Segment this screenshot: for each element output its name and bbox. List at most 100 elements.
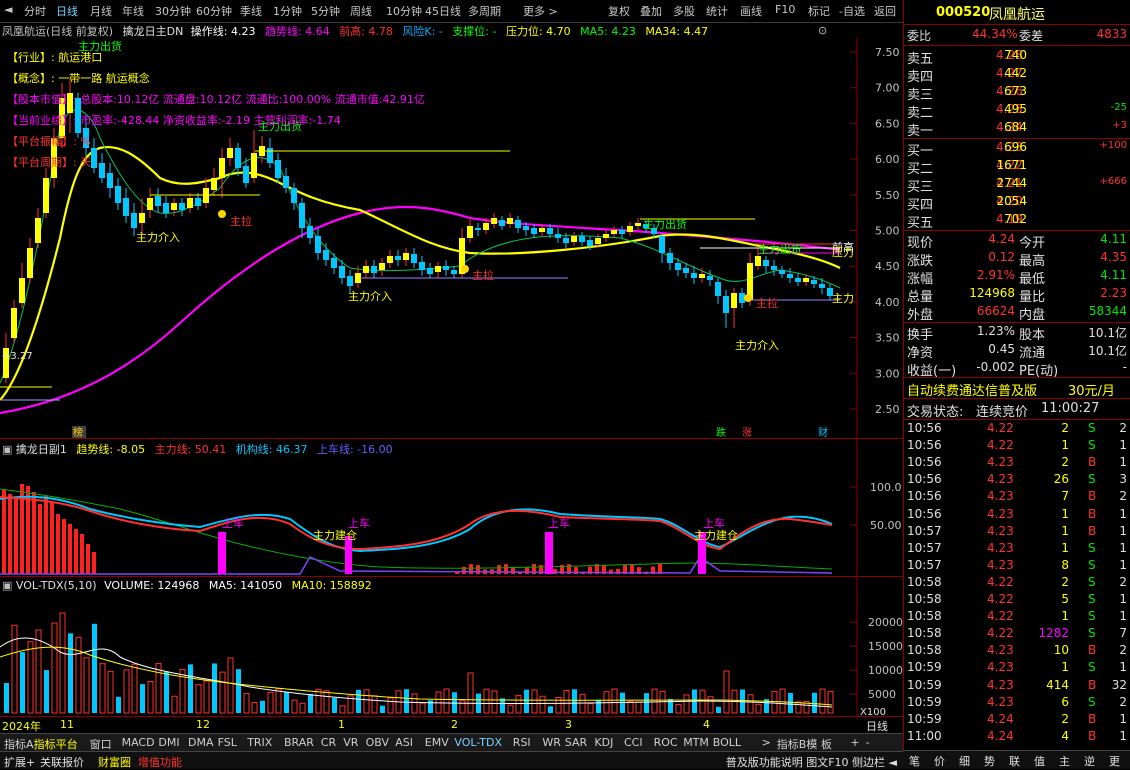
ask-row: 卖二 4.25 495 -25: [904, 101, 1130, 121]
promo-bar[interactable]: 自动续费通达信普及版 30元/月: [904, 377, 1130, 399]
tick-volume: 1: [1061, 660, 1069, 675]
tool-button-2[interactable]: 多股: [673, 3, 695, 19]
marker-zhang[interactable]: 涨: [742, 427, 752, 439]
quote-panel: 000520 凤凰航运 委比 44.34% 委差 4833 卖五 4.28 740 卖…: [903, 0, 1130, 768]
quote-header: 000520 凤凰航运: [904, 0, 1130, 25]
tick-time: 10:57: [907, 540, 942, 555]
period-tab-11[interactable]: 45日线: [425, 3, 461, 19]
tick-time: 10:58: [907, 643, 942, 658]
indicator-tab-0[interactable]: 指标A: [4, 736, 34, 752]
indicator-tab-18[interactable]: KDJ: [594, 736, 613, 749]
tool-button-6[interactable]: 标记: [808, 3, 830, 19]
back-arrow-icon[interactable]: ◄: [4, 3, 12, 16]
indicator-tab-13[interactable]: EMV: [425, 736, 449, 749]
indicator-tab-22[interactable]: BOLL: [713, 736, 741, 749]
indicator-tab-26[interactable]: +: [850, 736, 859, 749]
period-tab-9[interactable]: 周线: [350, 3, 372, 19]
indicator-tab-5[interactable]: DMA: [188, 736, 214, 749]
period-tab-6[interactable]: 季线: [240, 3, 262, 19]
tool-button-5[interactable]: F10: [775, 3, 795, 16]
period-tab-12[interactable]: 多周期: [468, 3, 501, 19]
indicator-tab-1[interactable]: 指标平台: [34, 736, 78, 752]
volume-bar: [83, 657, 90, 714]
quote-tab-5[interactable]: 值: [1034, 753, 1045, 769]
quote-tab-6[interactable]: 主: [1059, 753, 1070, 769]
chart-title-line: 凤凰航运(日线 前复权) 擒龙日主DN 操作线: 4.23 趋势线: 4.64 …: [2, 23, 708, 39]
volume-bar: [635, 701, 642, 714]
indicator-tab-11[interactable]: OBV: [366, 736, 389, 749]
indicator-tab-9[interactable]: CR: [321, 736, 336, 749]
indicator-tab-10[interactable]: VR: [343, 736, 358, 749]
tick-count: 2: [1119, 694, 1127, 709]
sub-indicator-pane[interactable]: ▣ 擒龙日副1 趋势线: -8.05 主力线: 50.41 机构线: 46.37…: [0, 438, 903, 577]
indicator-tab-6[interactable]: FSL: [218, 736, 237, 749]
quote-tab-4[interactable]: 联: [1009, 753, 1020, 769]
vol-title[interactable]: VOL-TDX(5,10): [16, 579, 97, 592]
indicator-tab-19[interactable]: CCI: [624, 736, 643, 749]
tool-button-7[interactable]: -自选: [839, 3, 865, 19]
period-tab-1[interactable]: 日线: [56, 3, 78, 19]
indicator-tab-2[interactable]: 窗口: [90, 736, 112, 752]
volume-bar: [572, 689, 577, 713]
period-tab-7[interactable]: 1分钟: [273, 3, 302, 19]
volume-bar: [332, 697, 337, 713]
period-tab-3[interactable]: 年线: [122, 3, 144, 19]
quote-tab-7[interactable]: 逆: [1084, 753, 1095, 769]
marker-die[interactable]: 跌: [716, 426, 726, 439]
indicator-tab-16[interactable]: WR: [542, 736, 561, 749]
stock-info-block: 【行业】: 航运港口 【概念】: 一带一路 航运概念 【股本市值】: 总股本:1…: [7, 47, 425, 173]
tool-button-4[interactable]: 画线: [740, 3, 762, 19]
period-tab-8[interactable]: 5分钟: [311, 3, 340, 19]
indicator-tab-24[interactable]: 指标B: [777, 736, 807, 752]
marker-cai[interactable]: 财: [818, 426, 828, 439]
quote-tab-2[interactable]: 细: [959, 753, 970, 769]
indicator-tab-4[interactable]: DMI: [158, 736, 179, 749]
indicator-tab-3[interactable]: MACD: [122, 736, 155, 749]
period-tab-10[interactable]: 10分钟: [386, 3, 422, 19]
tick-volume: 2: [1061, 455, 1069, 470]
tick-row: 10:58 4.23 10 B 2: [904, 642, 1130, 660]
volume-bar: [699, 689, 706, 714]
period-tab-13[interactable]: 更多 >: [523, 3, 558, 19]
quote-tab-1[interactable]: 价: [934, 753, 945, 769]
indicator-tab-21[interactable]: MTM: [683, 736, 709, 749]
quote-tab-0[interactable]: 笔: [909, 753, 920, 769]
indicator-tab-27[interactable]: -: [866, 736, 870, 749]
quote-tab-3[interactable]: 势: [984, 753, 995, 769]
indicator-tab-25[interactable]: 模 板: [806, 736, 832, 752]
candle-body: [211, 178, 217, 190]
period-tab-4[interactable]: 30分钟: [155, 3, 191, 19]
stat2-row: 收益(一) -0.002 PE(动) -: [904, 359, 1130, 379]
tick-price: 4.23: [987, 677, 1014, 692]
indicator-tab-17[interactable]: SAR: [565, 736, 587, 749]
indicator-tab-8[interactable]: BRAR: [284, 736, 314, 749]
period-tab-5[interactable]: 60分钟: [196, 3, 232, 19]
indicator-tab-23[interactable]: >: [762, 736, 771, 749]
xaxis-period[interactable]: 日线: [866, 718, 888, 734]
volume-chart[interactable]: 2000015000100005000 X100: [0, 577, 903, 718]
volume-pane[interactable]: ▣ VOL-TDX(5,10) VOLUME: 124968 MA5: 1410…: [0, 576, 903, 718]
volume-bar: [419, 702, 426, 714]
settings-circle-icon[interactable]: ⊙: [818, 24, 827, 37]
vol-expand-icon[interactable]: ▣: [2, 579, 12, 592]
quote-tab-8[interactable]: 更: [1109, 753, 1120, 769]
marker-bang[interactable]: 榜: [73, 426, 83, 439]
indicator-tab-14[interactable]: VOL-TDX: [454, 736, 502, 749]
period-tab-2[interactable]: 月线: [90, 3, 112, 19]
tool-button-3[interactable]: 统计: [706, 3, 728, 19]
tool-button-0[interactable]: 复权: [608, 3, 630, 19]
period-tab-0[interactable]: 分时: [24, 3, 46, 19]
indicator-tab-15[interactable]: RSI: [513, 736, 531, 749]
tool-button-8[interactable]: 返回: [874, 3, 896, 19]
indicator-name[interactable]: 擒龙日主DN: [123, 25, 184, 38]
indicator-tab-20[interactable]: ROC: [654, 736, 678, 749]
tool-button-1[interactable]: 叠加: [640, 3, 662, 19]
ann-jieru-2: 主力介入: [348, 290, 392, 303]
candle-body: [443, 266, 449, 270]
sub1-chart[interactable]: 100.0 50.00 上车 主力建仓 上车 上车 上车 主力建仓: [0, 439, 903, 577]
sub1-expand-icon[interactable]: ▣: [2, 443, 12, 456]
bid-volume: 2054: [996, 194, 1027, 208]
sub1-title[interactable]: 擒龙日副1: [16, 443, 67, 456]
indicator-tab-12[interactable]: ASI: [395, 736, 413, 749]
indicator-tab-7[interactable]: TRIX: [247, 736, 272, 749]
